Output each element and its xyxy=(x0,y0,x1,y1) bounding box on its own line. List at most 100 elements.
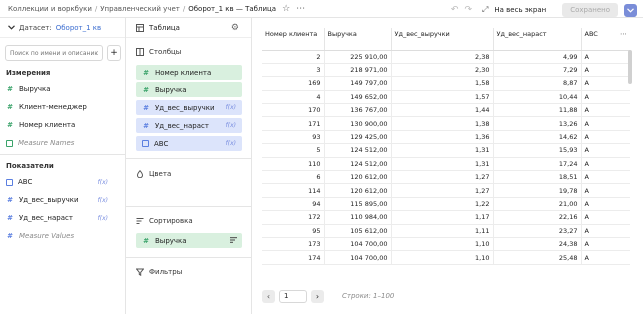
data-table: Номер клиента Выручка Уд_вес_выручки Уд_… xyxy=(262,28,630,265)
vertical-scrollbar[interactable] xyxy=(628,50,632,84)
table-row[interactable]: 2 225 910,00 2,38 4,99 A xyxy=(262,50,630,64)
breadcrumb-separator: / xyxy=(94,4,98,13)
star-icon[interactable]: ☆ xyxy=(282,4,290,14)
chevron-down-icon[interactable] xyxy=(624,3,637,17)
hash-icon: # xyxy=(143,121,149,130)
column-header[interactable]: Номер клиента xyxy=(262,28,325,51)
sort-pill[interactable]: # Выручка xyxy=(136,233,242,248)
table-cell: A xyxy=(581,250,630,265)
gear-icon[interactable]: ⚙ xyxy=(231,23,239,33)
filters-section-title[interactable]: Фильтры xyxy=(136,268,182,276)
table-row[interactable]: 174 104 700,00 1,10 25,48 A xyxy=(262,250,630,265)
visualization-selector[interactable]: Таблица ⚙ xyxy=(126,18,251,38)
field-item[interactable]: ABC f(x) xyxy=(6,175,118,189)
column-pill[interactable]: # Уд_вес_нараст f(x) xyxy=(136,118,242,133)
field-item[interactable]: # Клиент-менеджер xyxy=(6,100,118,114)
table-row[interactable]: 171 130 900,00 1,38 13,26 A xyxy=(262,116,630,131)
table-row[interactable]: 173 104 700,00 1,10 24,38 A xyxy=(262,237,630,252)
table-cell: 170 xyxy=(262,103,325,118)
column-header[interactable]: Уд_вес_выручки xyxy=(391,28,494,51)
formula-icon: f(x) xyxy=(97,196,108,204)
color-section-title[interactable]: Цвета xyxy=(136,170,171,178)
fullscreen-button[interactable]: На весь экран xyxy=(494,6,546,14)
table-cell: 136 767,00 xyxy=(324,103,392,118)
field-search-input[interactable] xyxy=(5,45,103,61)
table-row[interactable]: 169 149 797,00 1,58 8,87 A xyxy=(262,76,630,91)
pill-label: Выручка xyxy=(155,85,187,94)
field-item[interactable]: Measure Names xyxy=(6,136,118,150)
column-menu-icon[interactable]: ⋯ xyxy=(620,30,627,38)
divider xyxy=(126,206,252,207)
table-row[interactable]: 114 120 612,00 1,27 19,78 A xyxy=(262,183,630,198)
table-cell: A xyxy=(581,183,630,198)
field-item[interactable]: # Measure Values xyxy=(6,229,118,243)
more-icon[interactable]: ⋯ xyxy=(296,4,305,14)
dataset-panel: Датасет: Оборот_1 кв + Измерения # Выруч… xyxy=(0,18,126,314)
breadcrumb-workbook[interactable]: Управленческий учет xyxy=(100,5,180,13)
prev-page-button[interactable]: ‹ xyxy=(262,289,275,303)
column-pill[interactable]: # Номер клиента xyxy=(136,65,242,80)
next-page-button[interactable]: › xyxy=(311,289,324,303)
table-row[interactable]: 95 105 612,00 1,11 23,27 A xyxy=(262,224,630,238)
table-cell: 1,11 xyxy=(391,224,494,238)
hash-icon: # xyxy=(7,85,13,93)
column-pill[interactable]: # Выручка xyxy=(136,82,242,97)
table-row[interactable]: 3 218 971,00 2,30 7,29 A xyxy=(262,63,630,78)
table-cell: 1,38 xyxy=(391,116,494,131)
pill-label: Уд_вес_выручки xyxy=(155,103,215,112)
table-cell: 19,78 xyxy=(493,183,582,198)
field-label: ABC xyxy=(18,178,33,186)
pill-label: Номер клиента xyxy=(155,68,212,77)
palette-icon xyxy=(136,170,144,178)
fullscreen-icon[interactable]: ⤢ xyxy=(482,5,488,15)
table-cell: 114 xyxy=(262,183,325,198)
table-cell: 8,87 xyxy=(493,76,582,91)
column-pill[interactable]: ABC f(x) xyxy=(136,136,242,151)
field-item[interactable]: # Номер клиента xyxy=(6,118,118,132)
table-cell: 169 xyxy=(262,76,325,91)
add-field-button[interactable]: + xyxy=(107,45,121,61)
table-cell: 120 612,00 xyxy=(324,170,392,185)
table-row[interactable]: 172 110 984,00 1,17 22,16 A xyxy=(262,210,630,225)
table-cell: 104 700,00 xyxy=(324,250,392,265)
redo-icon[interactable]: ↷ xyxy=(464,5,472,15)
table-cell: 130 900,00 xyxy=(324,116,392,131)
dataset-name-link[interactable]: Оборот_1 кв xyxy=(56,24,101,32)
table-cell: 1,31 xyxy=(391,143,494,158)
column-pill[interactable]: # Уд_вес_выручки f(x) xyxy=(136,100,242,115)
table-cell: 2,30 xyxy=(391,63,494,78)
table-row[interactable]: 93 129 425,00 1,36 14,62 A xyxy=(262,130,630,145)
divider xyxy=(0,154,126,155)
table-cell: A xyxy=(581,90,630,105)
table-row[interactable]: 6 120 612,00 1,27 18,51 A xyxy=(262,170,630,185)
page-input[interactable]: 1 xyxy=(279,289,307,303)
text-field-icon xyxy=(6,178,13,186)
table-cell: 1,31 xyxy=(391,157,494,172)
field-item[interactable]: # Выручка xyxy=(6,82,118,96)
hash-icon: # xyxy=(7,121,13,129)
field-search-row: + xyxy=(5,45,121,61)
breadcrumb-collections[interactable]: Коллекции и воркбуки xyxy=(8,5,92,13)
table-cell: 120 612,00 xyxy=(324,183,392,198)
column-header[interactable]: Уд_вес_нараст xyxy=(493,28,582,51)
dataset-selector[interactable]: Датасет: Оборот_1 кв xyxy=(0,18,125,38)
table-row[interactable]: 4 149 652,00 1,57 10,44 A xyxy=(262,90,630,105)
table-row[interactable]: 5 124 512,00 1,31 15,93 A xyxy=(262,143,630,158)
sort-direction-icon[interactable] xyxy=(230,236,237,245)
formula-icon: f(x) xyxy=(97,214,108,222)
field-item[interactable]: # Уд_вес_нараст f(x) xyxy=(6,211,118,225)
table-cell: 24,38 xyxy=(493,237,582,252)
field-label: Measure Names xyxy=(18,139,75,147)
table-row[interactable]: 94 115 895,00 1,22 21,00 A xyxy=(262,197,630,212)
table-row[interactable]: 110 124 512,00 1,31 17,24 A xyxy=(262,157,630,172)
table-row[interactable]: 170 136 767,00 1,44 11,88 A xyxy=(262,103,630,118)
table-cell: 1,27 xyxy=(391,183,494,198)
undo-icon[interactable]: ↶ xyxy=(451,5,459,15)
table-cell: 3 xyxy=(262,63,325,78)
field-item[interactable]: # Уд_вес_выручки f(x) xyxy=(6,193,118,207)
pill-label: ABC xyxy=(154,139,169,148)
save-button[interactable]: Сохранено xyxy=(562,3,618,17)
table-cell: 174 xyxy=(262,250,325,265)
hash-icon: # xyxy=(7,232,13,240)
column-header[interactable]: Выручка xyxy=(324,28,392,51)
